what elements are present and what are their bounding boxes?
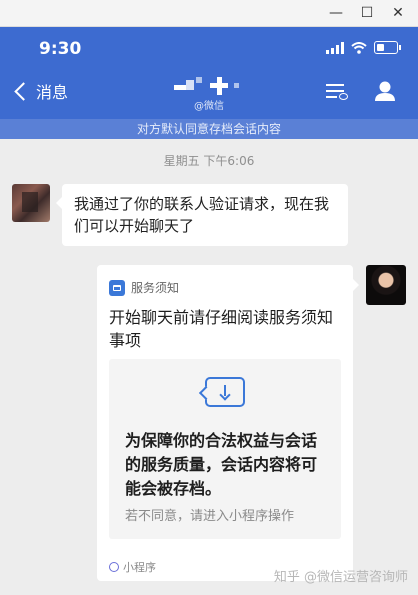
card-body-text: 为保障你的合法权益与会话的服务质量，会话内容将可能会被存档。: [125, 431, 318, 498]
status-icons: [326, 41, 401, 54]
mini-program-footer[interactable]: 小程序: [109, 559, 156, 575]
incoming-message-bubble[interactable]: 我通过了你的联系人验证请求，现在我们可以开始聊天了: [56, 184, 348, 246]
service-notice-icon: [109, 279, 125, 296]
person-icon[interactable]: [374, 80, 396, 102]
close-icon: ✕: [392, 5, 404, 21]
mini-program-icon: [109, 562, 119, 572]
back-label: 消息: [36, 83, 69, 102]
wifi-icon: [351, 41, 367, 54]
chat-title[interactable]: @微信: [170, 75, 250, 115]
service-label: 服务须知: [131, 281, 180, 295]
card-content-area: 为保障你的合法权益与会话的服务质量，会话内容将可能会被存档。 若不同意，请进入小…: [109, 359, 341, 539]
maximize-button[interactable]: ☐: [355, 3, 379, 23]
card-title: 开始聊天前请仔细阅读服务须知事项: [109, 308, 334, 350]
download-archive-icon: [205, 377, 245, 407]
chat-subtitle: @微信: [194, 101, 224, 112]
incoming-message-text: 我通过了你的联系人验证请求，现在我们可以开始聊天了: [74, 195, 330, 235]
chat-menu-icon[interactable]: [326, 82, 348, 100]
minimize-icon: —: [329, 5, 343, 21]
chat-header: 9:30 消息 @微信: [0, 27, 418, 119]
service-notice-card[interactable]: 服务须知 开始聊天前请仔细阅读服务须知事项 为保障你的合法权益与会话的服务质量，…: [97, 265, 359, 581]
card-sub-text: 若不同意，请进入小程序操作: [125, 509, 295, 524]
back-button[interactable]: 消息: [12, 79, 68, 103]
mini-program-label: 小程序: [123, 561, 156, 574]
service-header: 服务须知: [109, 279, 179, 296]
contact-avatar[interactable]: [12, 184, 50, 222]
watermark: 知乎 @微信运营咨询师: [273, 570, 408, 585]
window-titlebar: — ☐ ✕: [0, 0, 418, 27]
battery-icon: [374, 41, 401, 54]
self-avatar[interactable]: [366, 265, 406, 305]
message-timestamp: 星期五 下午6:06: [163, 154, 255, 168]
minimize-button[interactable]: —: [324, 3, 348, 23]
maximize-icon: ☐: [360, 5, 374, 21]
close-button[interactable]: ✕: [386, 3, 410, 23]
signal-icon: [326, 41, 344, 54]
archive-notice-bar: 对方默认同意存档会话内容: [0, 119, 418, 139]
status-time: 9:30: [39, 39, 82, 59]
chevron-left-icon: [14, 81, 33, 101]
